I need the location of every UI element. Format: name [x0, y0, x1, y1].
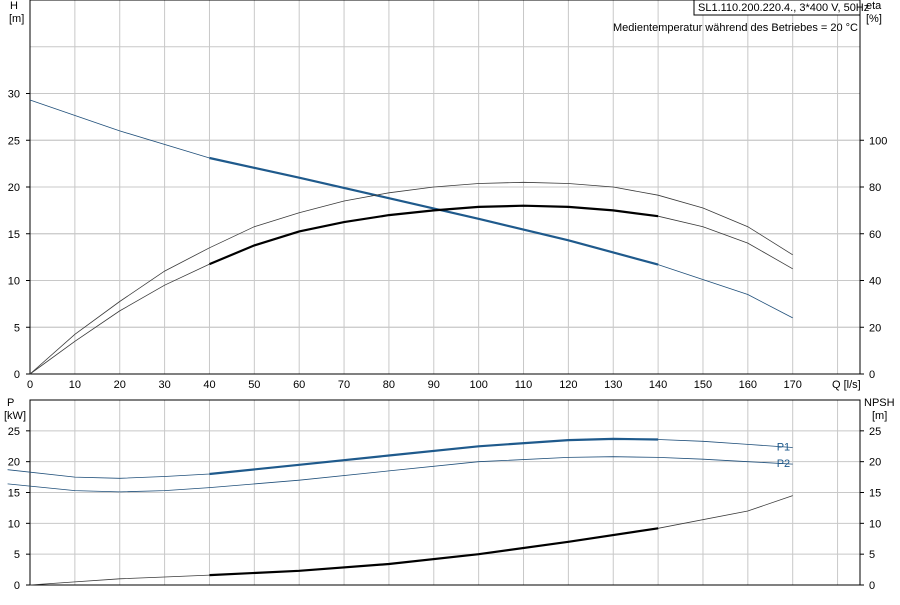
y-left-axis-unit: [kW]	[4, 410, 26, 422]
curve-0-2	[29, 181, 793, 375]
y-right-tick-label: 5	[869, 549, 875, 561]
y-left-tick-label: 20	[8, 457, 20, 469]
y-left-tick-label: 0	[14, 580, 20, 592]
x-tick-label: 50	[248, 379, 260, 391]
x-tick-label: 100	[469, 379, 487, 391]
y-left-tick-label: 25	[8, 135, 20, 147]
y-right-tick-label: 0	[869, 580, 875, 592]
series-label-P1: P1	[777, 441, 790, 453]
model-label: SL1.110.200.220.4., 3*400 V, 50Hz	[698, 2, 869, 14]
y-right-tick-label: 100	[869, 135, 887, 147]
y-right-axis-unit: [%]	[866, 13, 882, 25]
x-tick-label: 110	[515, 379, 533, 391]
x-tick-label: 0	[27, 379, 33, 391]
y-left-tick-label: 25	[8, 426, 20, 438]
y-right-tick-label: 60	[869, 229, 881, 241]
pump-curve-svg: 051015202530020406080100H[m]eta[%]0 10 20 3…	[4, 0, 895, 592]
y-left-tick-label: 0	[14, 369, 20, 381]
curve-0-1	[29, 205, 793, 375]
y-right-tick-label: 10	[869, 518, 881, 530]
y-left-axis-title: P	[7, 397, 14, 409]
x-tick-label: 160	[739, 379, 757, 391]
x-axis-title: Q [l/s]	[832, 379, 861, 391]
y-right-axis-title: NPSH	[864, 397, 895, 409]
x-tick-label: 150	[694, 379, 712, 391]
y-right-tick-label: 25	[869, 426, 881, 438]
y-right-tick-label: 80	[869, 182, 881, 194]
x-tick-label: 40	[203, 379, 215, 391]
y-right-axis-unit: [m]	[872, 410, 887, 422]
y-left-axis-title: H	[10, 0, 18, 12]
x-tick-label: 170	[784, 379, 802, 391]
y-left-tick-label: 10	[8, 276, 20, 288]
pump-curve-chart: 0 5 10 15 20 25 30 0 20 40 60 80 100 H [m] eta [%] 0 10 20 3…	[0, 0, 900, 600]
y-left-axis-unit: [m]	[9, 13, 24, 25]
x-tick-label: 120	[559, 379, 577, 391]
y-right-tick-label: 20	[869, 457, 881, 469]
y-left-tick-label: 5	[14, 322, 20, 334]
x-tick-label: 140	[649, 379, 667, 391]
y-right-tick-label: 0	[869, 369, 875, 381]
y-left-tick-label: 10	[8, 518, 20, 530]
x-tick-label: 30	[158, 379, 170, 391]
x-tick-label: 70	[338, 379, 350, 391]
y-left-tick-label: 15	[8, 488, 20, 500]
x-tick-label: 20	[114, 379, 126, 391]
y-right-tick-label: 40	[869, 276, 881, 288]
x-tick-label: 90	[428, 379, 440, 391]
y-left-tick-label: 30	[8, 89, 20, 101]
y-left-tick-label: 20	[8, 182, 20, 194]
x-tick-label: 130	[604, 379, 622, 391]
medium-temperature-label: Medientemperatur während des Betriebes =…	[613, 22, 858, 34]
y-right-tick-label: 15	[869, 488, 881, 500]
x-tick-label: 80	[383, 379, 395, 391]
x-tick-label: 60	[293, 379, 305, 391]
series-label-P2: P2	[777, 458, 790, 470]
x-tick-label: 10	[69, 379, 81, 391]
y-left-tick-label: 5	[14, 549, 20, 561]
y-right-tick-label: 20	[869, 322, 881, 334]
curve-1-2	[29, 495, 793, 586]
curve-1-0	[7, 438, 793, 479]
y-left-tick-label: 15	[8, 229, 20, 241]
